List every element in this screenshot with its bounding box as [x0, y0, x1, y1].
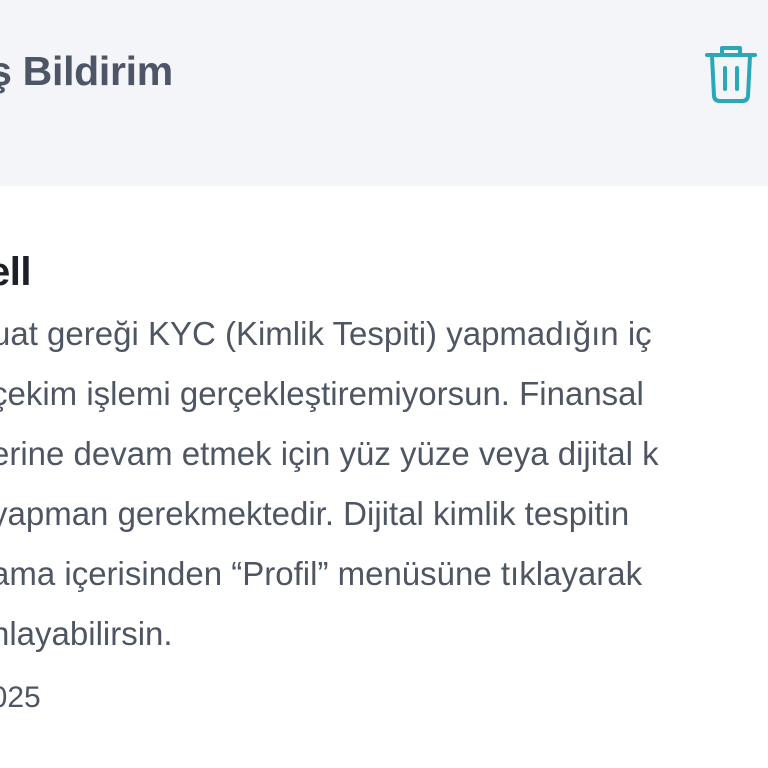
message-line: uat gereği KYC (Kimlik Tespiti) yapmadığ… [0, 315, 652, 352]
notification-sender: ell [0, 250, 31, 294]
delete-button[interactable] [700, 42, 762, 108]
notification-date: 2025 [0, 681, 41, 714]
trash-icon [705, 46, 757, 103]
message-line: ama içerisinden “Profil” menüsüne tıklay… [0, 555, 643, 592]
page-title: ış Bildirim [0, 48, 173, 94]
message-line: erine devam etmek için yüz yüze veya dij… [0, 435, 659, 472]
notification-content: ell uat gereği KYC (Kimlik Tespiti) yapm… [0, 186, 768, 768]
message-line: nlayabilirsin. [0, 615, 173, 652]
message-line: yapman gerekmektedir. Dijital kimlik tes… [0, 495, 630, 532]
notification-message: uat gereği KYC (Kimlik Tespiti) yapmadığ… [0, 314, 768, 674]
header-bar: ış Bildirim [0, 0, 768, 186]
notification-detail-screen: ış Bildirim ell uat gereği KYC (Kimlik T… [0, 0, 768, 768]
message-line: çekim işlemi gerçekleştiremiyorsun. Fina… [0, 375, 644, 412]
